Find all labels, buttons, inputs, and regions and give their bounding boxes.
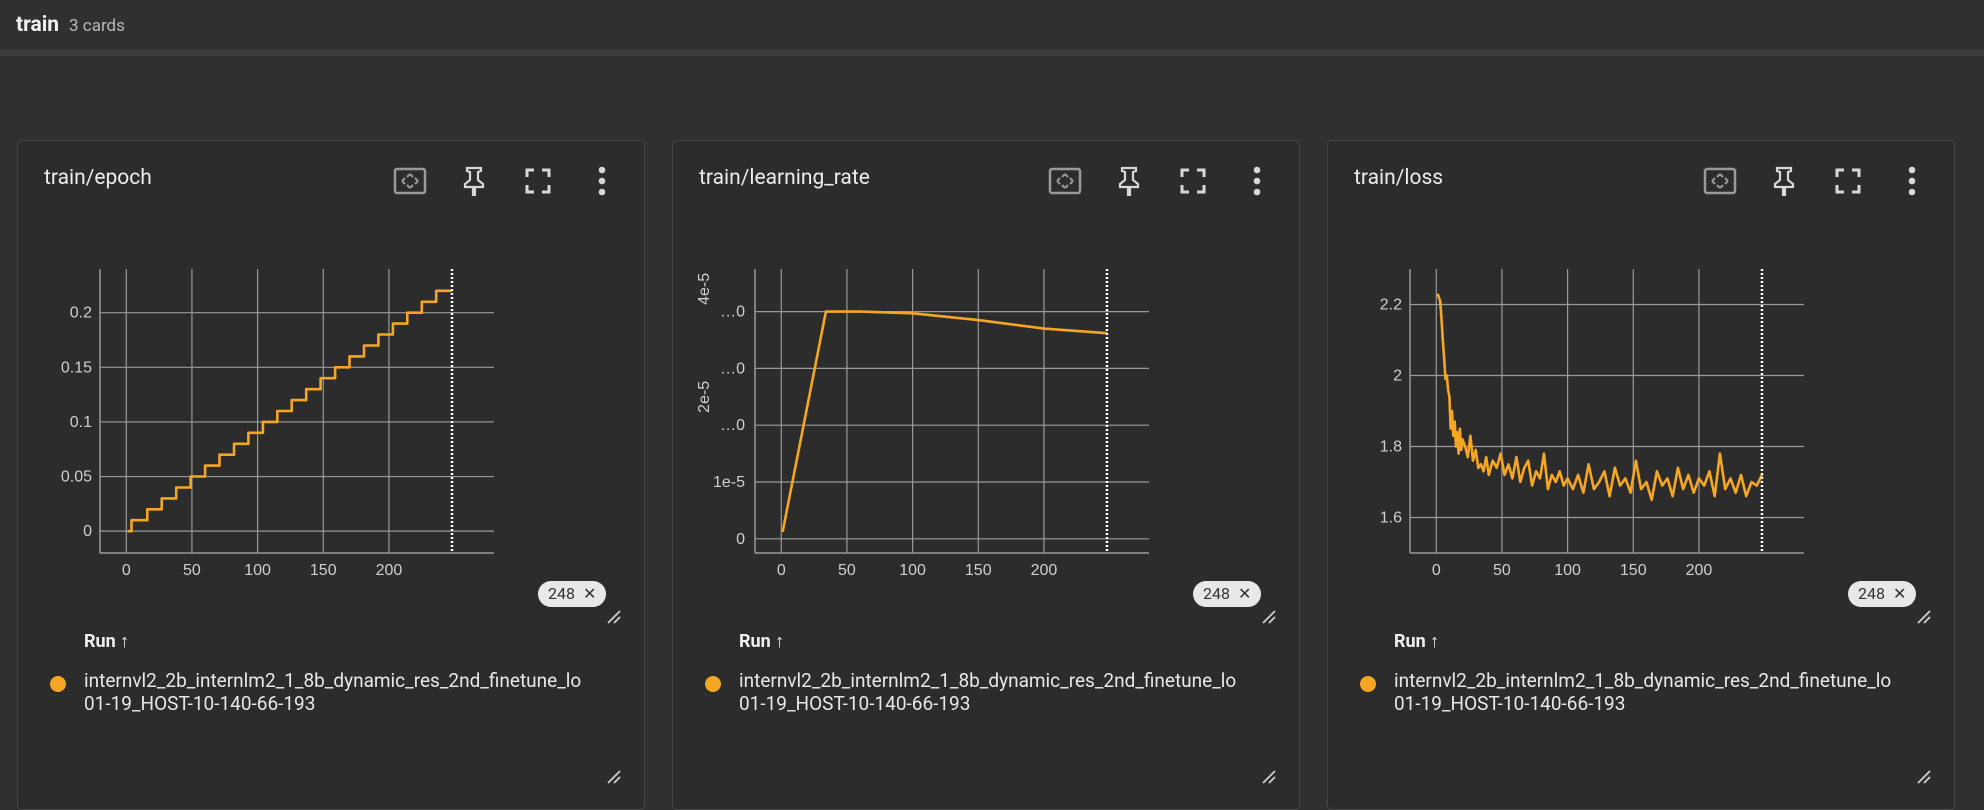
step-chip[interactable]: 248 ✕ — [1848, 581, 1917, 607]
section-title: train — [16, 13, 60, 37]
section-header: train 3 cards — [0, 0, 1984, 56]
run-color-swatch[interactable] — [1360, 676, 1376, 692]
x-tick-label: 200 — [1686, 562, 1713, 579]
y-tick-label-rotated: 4e-5 — [696, 273, 713, 305]
x-tick-label: 150 — [310, 562, 337, 579]
x-tick-label: 0 — [122, 562, 131, 579]
run-name-line-2: 01-19_HOST-10-140-66-193 — [1394, 692, 1626, 715]
scalar-card-learning-rate: train/learning_rate 0 50 100 150 200 0 1e-5 …0…… — [672, 140, 1300, 810]
run-color-swatch[interactable] — [705, 676, 721, 692]
y-tick-label: 0.15 — [61, 359, 92, 376]
y-tick-label: 1e-5 — [713, 474, 745, 491]
close-icon[interactable]: ✕ — [1893, 584, 1906, 603]
card-count: 3 cards — [69, 16, 125, 36]
run-name-line-2: 01-19_HOST-10-140-66-193 — [84, 692, 316, 715]
run-column-header[interactable]: Run ↑ — [1394, 631, 1439, 652]
y-tick-label: …0 — [720, 304, 745, 321]
plot-area: 0 50 100 150 200 1.6 1.8 2 2.2 — [1380, 269, 1804, 579]
x-tick-label: 50 — [183, 562, 201, 579]
plot-area: 0 50 100 150 200 0 0.05 0.1 0.15 0.2 — [61, 269, 494, 579]
x-tick-label: 200 — [376, 562, 403, 579]
x-tick-label: 0 — [777, 562, 786, 579]
run-name-line-2: 01-19_HOST-10-140-66-193 — [739, 692, 971, 715]
chart-loss[interactable]: 0 50 100 150 200 1.6 1.8 2 2.2 — [1328, 141, 1956, 641]
resize-icon[interactable] — [1916, 769, 1932, 785]
x-tick-label: 100 — [244, 562, 271, 579]
step-chip-value: 248 — [548, 584, 575, 603]
y-tick-label: 0 — [83, 523, 92, 540]
close-icon[interactable]: ✕ — [583, 584, 596, 603]
resize-icon[interactable] — [1261, 609, 1277, 625]
series-line — [781, 310, 1108, 533]
resize-icon[interactable] — [606, 609, 622, 625]
x-tick-label: 0 — [1432, 562, 1441, 579]
series-line — [1436, 293, 1764, 502]
step-chip[interactable]: 248 ✕ — [1193, 581, 1262, 607]
x-tick-label: 50 — [1493, 562, 1511, 579]
y-tick-label: …0 — [720, 417, 745, 434]
y-tick-label: 0.2 — [70, 305, 92, 322]
resize-icon[interactable] — [1916, 609, 1932, 625]
y-tick-label: 2.2 — [1380, 297, 1402, 314]
run-row: internvl2_2b_internlm2_1_8b_dynamic_res_… — [1360, 669, 1948, 715]
y-tick-label-rotated: 2e-5 — [696, 381, 713, 413]
x-tick-label: 150 — [965, 562, 992, 579]
y-tick-label: 0 — [736, 531, 745, 548]
run-column-header[interactable]: Run ↑ — [84, 631, 129, 652]
close-icon[interactable]: ✕ — [1238, 584, 1251, 603]
run-name-line-1: internvl2_2b_internlm2_1_8b_dynamic_res_… — [84, 669, 582, 692]
resize-icon[interactable] — [606, 769, 622, 785]
run-color-swatch[interactable] — [50, 676, 66, 692]
y-tick-label: 1.6 — [1380, 510, 1402, 527]
run-row: internvl2_2b_internlm2_1_8b_dynamic_res_… — [50, 669, 638, 715]
run-name-line-1: internvl2_2b_internlm2_1_8b_dynamic_res_… — [739, 669, 1237, 692]
x-tick-label: 100 — [1554, 562, 1581, 579]
y-tick-label: 0.05 — [61, 469, 92, 486]
x-tick-label: 150 — [1620, 562, 1647, 579]
run-name: internvl2_2b_internlm2_1_8b_dynamic_res_… — [84, 669, 622, 715]
step-chip-value: 248 — [1203, 584, 1230, 603]
step-chip-value: 248 — [1858, 584, 1885, 603]
run-name-line-1: internvl2_2b_internlm2_1_8b_dynamic_res_… — [1394, 669, 1892, 692]
y-tick-label: …0 — [720, 360, 745, 377]
x-tick-label: 200 — [1031, 562, 1058, 579]
chart-epoch[interactable]: 0 50 100 150 200 0 0.05 0.1 0.15 0.2 — [18, 141, 646, 641]
scalar-card-loss: train/loss 0 50 100 150 200 1.6 1.8 2 2.2 248 ✕ … — [1327, 140, 1955, 810]
run-column-header[interactable]: Run ↑ — [739, 631, 784, 652]
x-tick-label: 50 — [838, 562, 856, 579]
run-name: internvl2_2b_internlm2_1_8b_dynamic_res_… — [739, 669, 1277, 715]
resize-icon[interactable] — [1261, 769, 1277, 785]
plot-area: 0 50 100 150 200 0 1e-5 …0 …0 …0 2e-5 4e-5 — [696, 269, 1149, 579]
y-tick-label: 2 — [1393, 368, 1402, 385]
x-tick-label: 100 — [899, 562, 926, 579]
series-line — [127, 289, 452, 533]
run-row: internvl2_2b_internlm2_1_8b_dynamic_res_… — [705, 669, 1293, 715]
run-name: internvl2_2b_internlm2_1_8b_dynamic_res_… — [1394, 669, 1932, 715]
y-tick-label: 0.1 — [70, 414, 92, 431]
step-chip[interactable]: 248 ✕ — [538, 581, 607, 607]
scalar-card-epoch: train/epoch 0 50 100 150 200 0 0.05 0.1 0.15 0.2 … — [17, 140, 645, 810]
chart-learning-rate[interactable]: 0 50 100 150 200 0 1e-5 …0 …0 …0 2e-5 4e-5 — [673, 141, 1301, 641]
y-tick-label: 1.8 — [1380, 439, 1402, 456]
